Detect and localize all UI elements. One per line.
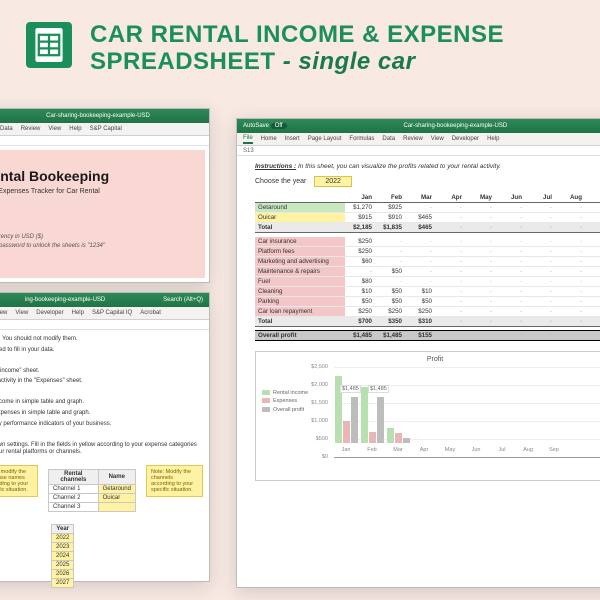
title-line1: CAR RENTAL INCOME & EXPENSE	[90, 22, 504, 48]
title-line2b: - single car	[276, 48, 416, 75]
screenshot-profit: AutoSave Off Car-sharing-bookeeping-exam…	[236, 118, 600, 588]
ribbon: FormulasDataReviewViewHelpS&P Capital	[0, 123, 209, 136]
note-box-left: Note: modify the expense names according…	[0, 465, 38, 497]
title-line2a: SPREADSHEET	[90, 48, 276, 75]
product-title: CAR RENTAL INCOME & EXPENSE SPREADSHEET …	[90, 22, 504, 76]
tab-developer[interactable]: Developer	[452, 136, 479, 142]
cell-ref	[0, 320, 209, 330]
tab-pagelayout[interactable]: Page Layout	[308, 136, 342, 142]
year-select[interactable]: 2022	[314, 176, 352, 187]
channels-table: Rental channelsName Channel 1Getaround C…	[48, 469, 136, 512]
tab-formulas[interactable]: Formulas	[349, 136, 374, 142]
sheets-icon	[26, 22, 72, 68]
titlebar: AutoSaveCar-sharing-bookeeping-example-U…	[0, 109, 209, 123]
tab-home[interactable]: Home	[261, 136, 277, 142]
instructions: Instructions : Instructions : In this sh…	[255, 163, 600, 170]
note-box-right: Note: Modify the channels according to y…	[146, 465, 203, 497]
cell-ref	[0, 136, 209, 146]
screenshot-intro: AutoSaveCar-sharing-bookeeping-example-U…	[0, 108, 210, 283]
note-password: Note: the password to unlock the sheets …	[0, 242, 197, 251]
intro-sub: me and Expenses Tracker for Car Rental	[0, 188, 197, 195]
titlebar: ing-bookeeping-example-USDSearch (Alt+Q)	[0, 293, 209, 307]
choose-year-label: Choose the year	[255, 178, 306, 185]
titlebar: AutoSave Off Car-sharing-bookeeping-exam…	[237, 119, 600, 133]
tab-file[interactable]: File	[243, 135, 253, 144]
tab-review[interactable]: Review	[403, 136, 423, 142]
profit-chart: Profit Rental income Expenses Overall pr…	[255, 351, 600, 481]
screenshot-settings: ing-bookeeping-example-USDSearch (Alt+Q)…	[0, 292, 210, 582]
years-table: Year 2022 2023 2024 2025 2026 2027	[51, 524, 74, 588]
tab-data[interactable]: Data	[382, 136, 395, 142]
ribbon[interactable]: File Home Insert Page Layout Formulas Da…	[237, 133, 600, 146]
tab-help[interactable]: Help	[487, 136, 499, 142]
profit-table: JanFebMarAprMayJunJulAugSep Getaround$1,…	[255, 193, 600, 341]
tab-view[interactable]: View	[431, 136, 444, 142]
tab-insert[interactable]: Insert	[285, 136, 300, 142]
ribbon: DataReviewViewDeveloperHelpS&P Capital I…	[0, 307, 209, 320]
intro-heading: r Rental Bookeeping	[0, 168, 197, 184]
note-currency: Note: Currency in USD ($)	[0, 233, 197, 242]
name-box[interactable]: S13	[243, 148, 254, 154]
